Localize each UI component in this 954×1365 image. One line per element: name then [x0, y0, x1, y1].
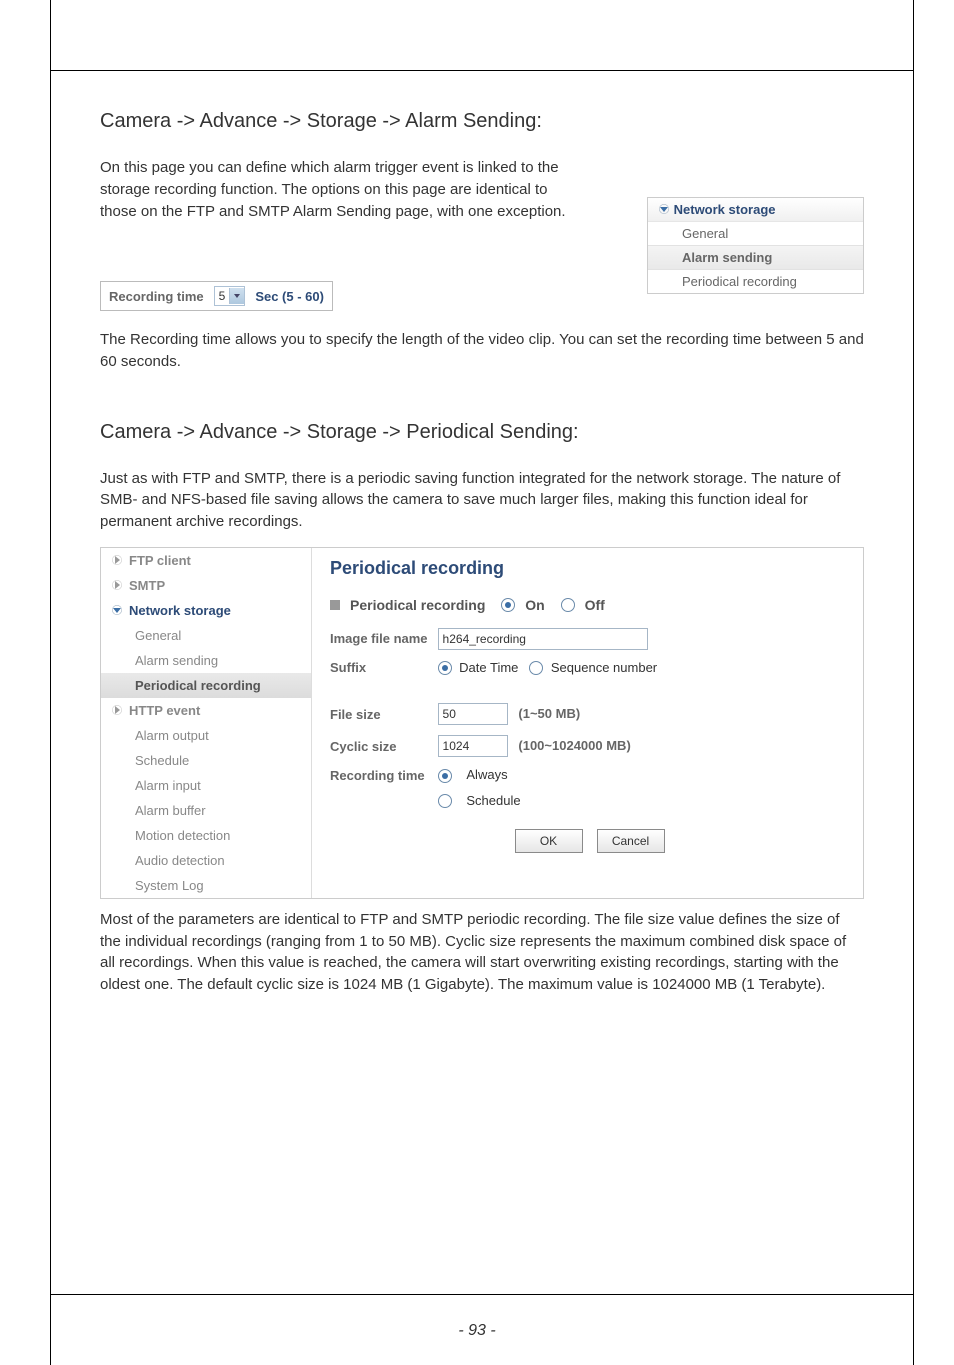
radio-recording-always[interactable]: [438, 769, 452, 783]
chevron-right-icon: [111, 704, 123, 716]
periodical-recording-form: Periodical recording Periodical recordin…: [312, 548, 863, 898]
nav-label: FTP client: [129, 553, 191, 568]
nav-item-periodical-recording[interactable]: Periodical recording: [101, 673, 311, 698]
nav-item-alarm-input[interactable]: Alarm input: [101, 773, 311, 798]
suffix-option-sequence-number: Sequence number: [551, 660, 657, 675]
radio-on[interactable]: [501, 598, 515, 612]
chevron-right-icon: [111, 554, 123, 566]
suffix-option-date-time: Date Time: [459, 660, 518, 675]
suffix-label: Suffix: [330, 655, 438, 681]
recording-time-hint: Sec (5 - 60): [255, 289, 324, 304]
nav-item-system-log[interactable]: System Log: [101, 873, 311, 898]
nav-item-network-storage[interactable]: Network storage: [101, 598, 311, 623]
nav-item-general[interactable]: General: [101, 623, 311, 648]
nav-label: SMTP: [129, 578, 165, 593]
side-nav-network-storage[interactable]: Network storage: [648, 198, 863, 222]
form-title: Periodical recording: [330, 558, 849, 579]
nav-label: HTTP event: [129, 703, 200, 718]
periodical-recording-toggle: Periodical recording On Off: [330, 597, 849, 613]
toggle-on-label: On: [525, 597, 544, 613]
page-crop-top: [50, 70, 914, 71]
section1-explanation-paragraph: The Recording time allows you to specify…: [100, 329, 864, 373]
recording-time-value: 5: [215, 289, 230, 303]
file-size-label: File size: [330, 698, 438, 730]
nav-item-alarm-sending[interactable]: Alarm sending: [101, 648, 311, 673]
chevron-down-icon[interactable]: [229, 288, 244, 304]
nav-item-motion-detection[interactable]: Motion detection: [101, 823, 311, 848]
nav-item-smtp[interactable]: SMTP: [101, 573, 311, 598]
chevron-down-icon: [658, 203, 670, 215]
ok-button[interactable]: OK: [515, 829, 583, 853]
image-file-name-input[interactable]: [438, 628, 648, 650]
nav-item-schedule[interactable]: Schedule: [101, 748, 311, 773]
nav-item-ftp-client[interactable]: FTP client: [101, 548, 311, 573]
section1-heading: Camera -> Advance -> Storage -> Alarm Se…: [100, 110, 864, 133]
network-storage-side-nav: Network storage General Alarm sending Pe…: [647, 197, 864, 294]
nav-item-http-event[interactable]: HTTP event: [101, 698, 311, 723]
section2-intro-paragraph: Just as with FTP and SMTP, there is a pe…: [100, 468, 864, 533]
chevron-right-icon: [111, 579, 123, 591]
radio-suffix-sequence-number[interactable]: [529, 661, 543, 675]
nav-item-audio-detection[interactable]: Audio detection: [101, 848, 311, 873]
side-nav-header-label: Network storage: [674, 202, 776, 217]
section1-intro-paragraph: On this page you can define which alarm …: [100, 157, 570, 222]
cyclic-size-input[interactable]: [438, 735, 508, 757]
page-crop-bottom: [50, 1294, 914, 1295]
recording-time-select[interactable]: 5: [214, 286, 246, 306]
toggle-label: Periodical recording: [350, 597, 485, 613]
file-size-unit: (1~50 MB): [518, 706, 580, 721]
page-number: - 93 -: [0, 1322, 954, 1340]
recording-time-label: Recording time: [330, 762, 438, 788]
chevron-down-icon: [111, 604, 123, 616]
file-size-input[interactable]: [438, 703, 508, 725]
section-icon: [330, 600, 340, 610]
recording-time-widget: Recording time 5 Sec (5 - 60): [100, 281, 333, 311]
recording-time-option-always: Always: [466, 767, 507, 782]
side-nav-item-periodical-recording[interactable]: Periodical recording: [648, 270, 863, 293]
toggle-off-label: Off: [585, 597, 605, 613]
side-nav-item-general[interactable]: General: [648, 222, 863, 245]
section2-explanation-paragraph: Most of the parameters are identical to …: [100, 909, 864, 996]
nav-label: Network storage: [129, 603, 231, 618]
nav-item-alarm-output[interactable]: Alarm output: [101, 723, 311, 748]
settings-left-nav: FTP client SMTP Network storage General …: [101, 548, 312, 898]
cyclic-size-unit: (100~1024000 MB): [518, 738, 630, 753]
cancel-button[interactable]: Cancel: [597, 829, 665, 853]
radio-recording-schedule[interactable]: [438, 794, 452, 808]
nav-item-alarm-buffer[interactable]: Alarm buffer: [101, 798, 311, 823]
recording-time-option-schedule: Schedule: [466, 793, 520, 808]
periodical-recording-panel: FTP client SMTP Network storage General …: [100, 547, 864, 899]
side-nav-item-alarm-sending[interactable]: Alarm sending: [648, 245, 863, 270]
radio-suffix-date-time[interactable]: [438, 661, 452, 675]
section2-heading: Camera -> Advance -> Storage -> Periodic…: [100, 421, 864, 444]
cyclic-size-label: Cyclic size: [330, 730, 438, 762]
image-file-name-label: Image file name: [330, 623, 438, 655]
radio-off[interactable]: [561, 598, 575, 612]
recording-time-label: Recording time: [109, 289, 204, 304]
